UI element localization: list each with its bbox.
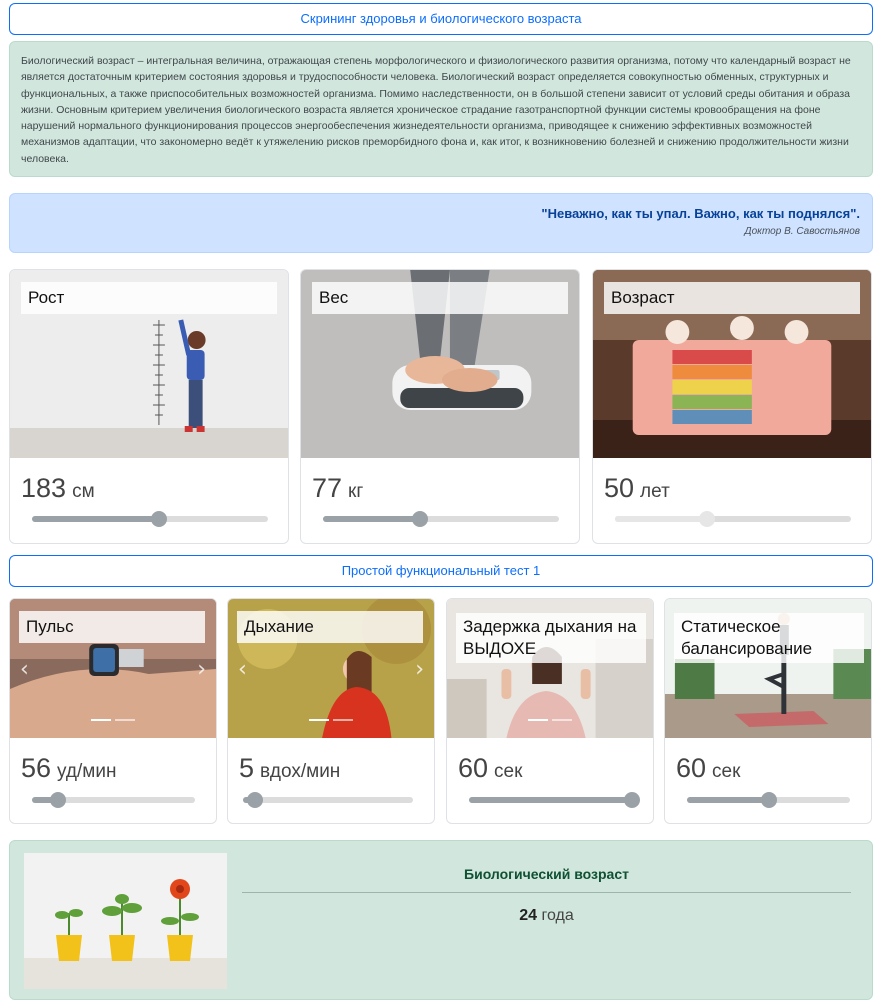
age-value: 50 лет [604, 473, 670, 503]
carousel-next-icon[interactable]: › [197, 657, 206, 682]
breathing-slider[interactable] [243, 792, 413, 808]
weight-slider-thumb[interactable] [411, 511, 428, 527]
flowers-in-pots-photo [24, 853, 227, 989]
balance-value: 60 сек [676, 753, 741, 783]
carousel-prev-icon[interactable]: ‹ [238, 657, 247, 682]
carousel-next-icon[interactable]: › [415, 657, 424, 682]
result-title: Биологический возраст [464, 866, 629, 882]
weight-value: 77 кг [312, 473, 364, 503]
breath-hold-label: Задержка дыхания на ВЫДОХЕ [456, 613, 646, 663]
pulse-slider[interactable] [32, 792, 195, 808]
breath-hold-slider[interactable] [469, 792, 640, 808]
pulse-slider-thumb[interactable] [50, 792, 67, 808]
balance-label: Статическое балансирование [674, 613, 864, 663]
quote-box: "Неважно, как ты упал. Важно, как ты под… [9, 193, 873, 253]
feet-on-scale-photo: Вес [301, 270, 579, 458]
height-slider[interactable] [32, 511, 268, 527]
carousel-indicators[interactable] [91, 719, 135, 721]
rainbow-cake-photo: Возраст [593, 270, 871, 458]
yoga-balance-photo: Статическое балансирование [665, 599, 871, 738]
result-box: Биологический возраст 24 года [9, 840, 873, 1000]
height-value: 183 см [21, 473, 95, 503]
breath-hold-value: 60 сек [458, 753, 523, 783]
height-slider-thumb[interactable] [151, 511, 168, 527]
breath-hold-slider-thumb[interactable] [624, 792, 640, 808]
pulse-value: 56 уд/мин [21, 753, 117, 783]
bio-age-description: Биологический возраст – интегральная вел… [9, 41, 873, 177]
carousel-indicators[interactable] [528, 719, 572, 721]
breathing-slider-thumb[interactable] [246, 792, 263, 808]
height-label: Рост [21, 282, 277, 314]
smartwatch-pulse-photo: ‹ › Пульс [10, 599, 216, 738]
age-card: Возраст 50 лет [592, 269, 872, 544]
pulse-label: Пульс [19, 611, 205, 643]
weight-label: Вес [312, 282, 568, 314]
breath-hold-card: Задержка дыхания на ВЫДОХЕ 60 сек [446, 598, 654, 824]
weight-card: Вес 77 кг [300, 269, 580, 544]
age-slider-thumb[interactable] [699, 511, 716, 527]
age-slider[interactable] [615, 511, 851, 527]
carousel-prev-icon[interactable]: ‹ [20, 657, 29, 682]
height-card: Рост 183 см [9, 269, 289, 544]
result-divider [242, 892, 851, 893]
balance-slider[interactable] [687, 792, 850, 808]
quote-text: "Неважно, как ты упал. Важно, как ты под… [541, 206, 860, 221]
balance-slider-thumb[interactable] [760, 792, 777, 808]
pulse-card: ‹ › Пульс 56 уд/мин [9, 598, 217, 824]
woman-breathing-photo: ‹ › Дыхание [228, 599, 434, 738]
functional-test-button[interactable]: Простой функциональный тест 1 [9, 555, 873, 587]
child-measuring-height-photo: Рост [10, 270, 288, 458]
breathing-value: 5 вдох/мин [239, 753, 341, 783]
breathing-label: Дыхание [237, 611, 423, 643]
age-label: Возраст [604, 282, 860, 314]
breathing-card: ‹ › Дыхание 5 вдох/мин [227, 598, 435, 824]
woman-holding-breath-photo: Задержка дыхания на ВЫДОХЕ [447, 599, 653, 738]
result-value: 24 года [519, 907, 574, 924]
balance-card: Статическое балансирование 60 сек [664, 598, 872, 824]
screening-button[interactable]: Скрининг здоровья и биологического возра… [9, 3, 873, 35]
quote-author: Доктор В. Савостьянов [744, 226, 860, 237]
carousel-indicators[interactable] [309, 719, 353, 721]
weight-slider[interactable] [323, 511, 559, 527]
